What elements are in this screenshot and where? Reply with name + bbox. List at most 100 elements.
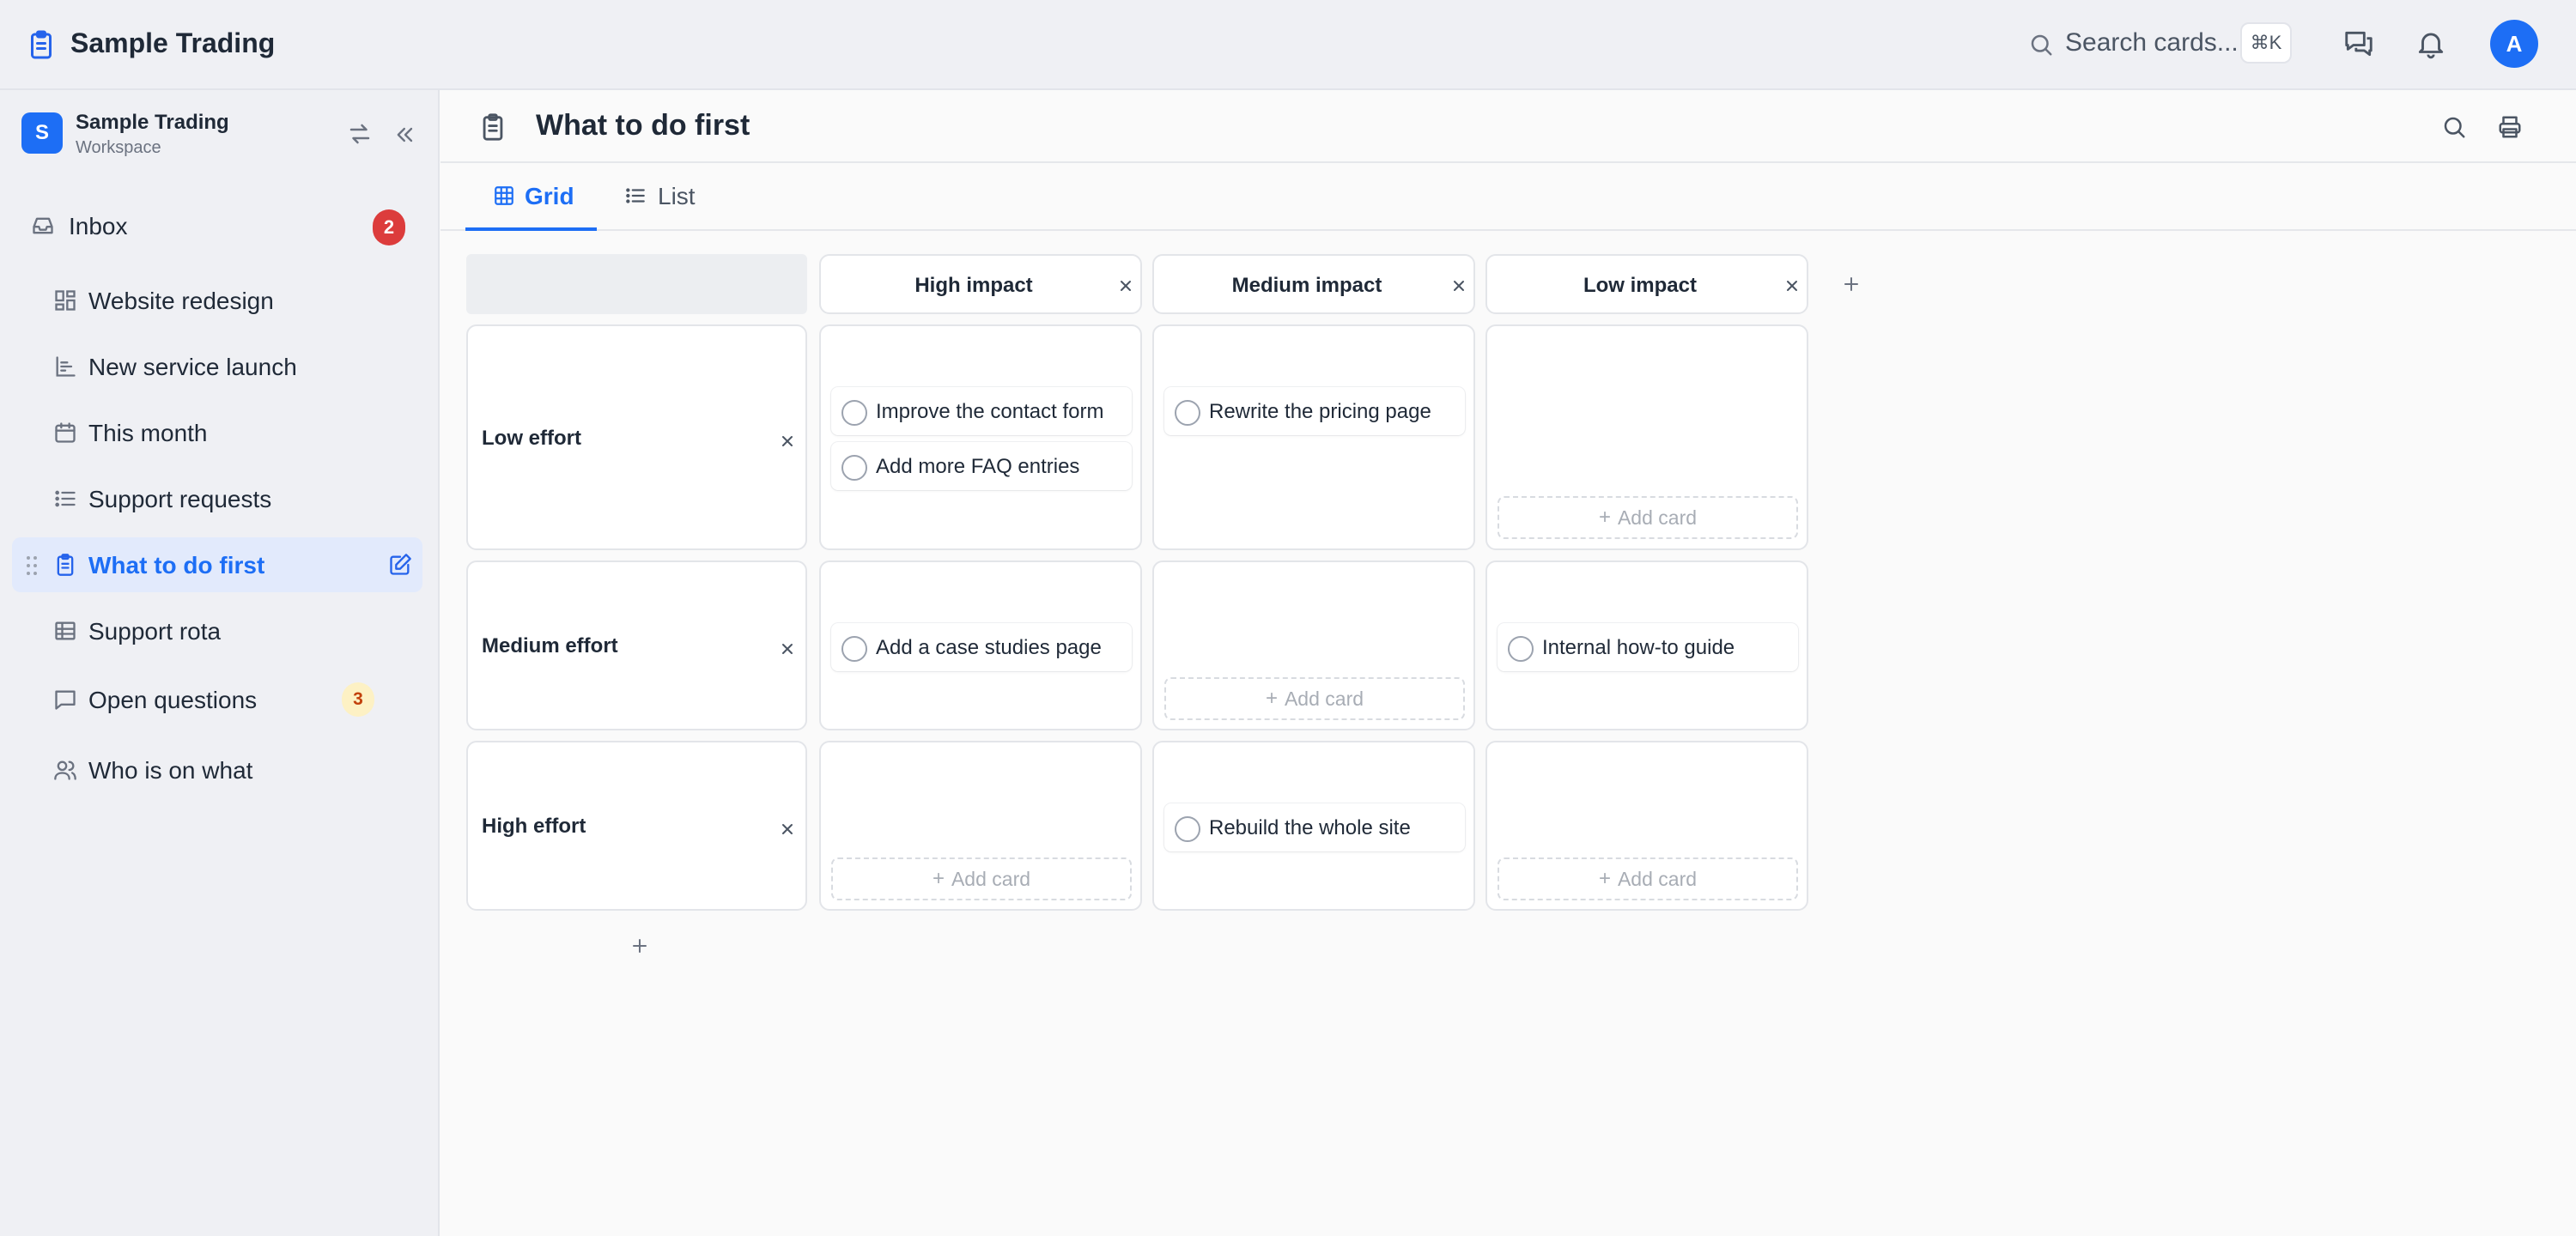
row-header-low-effort[interactable]: Low effort xyxy=(466,324,807,550)
page-header: What to do first xyxy=(440,90,2576,163)
row-label: Low effort xyxy=(482,427,581,450)
remove-column-icon[interactable] xyxy=(1117,277,1134,294)
column-label: Medium impact xyxy=(1231,274,1382,297)
search-icon[interactable] xyxy=(2028,32,2054,58)
sidebar-item-label: Who is on what xyxy=(88,757,253,784)
grid-icon xyxy=(493,185,515,207)
sidebar-item-open-questions[interactable]: Open questions 3 xyxy=(12,672,422,727)
sidebar-item-inbox[interactable]: Inbox 2 xyxy=(12,198,422,253)
workspace-avatar[interactable]: S xyxy=(21,112,63,154)
open-questions-count-badge: 3 xyxy=(342,682,374,717)
table-icon xyxy=(53,619,77,643)
collapse-sidebar-icon[interactable] xyxy=(393,123,417,147)
search-icon[interactable] xyxy=(2441,114,2467,140)
grid-cell-medium-effort-high-impact[interactable]: Add a case studies page xyxy=(819,560,1142,730)
calendar-icon xyxy=(53,421,77,445)
add-card-button[interactable]: + Add card xyxy=(831,857,1132,900)
card-checkbox[interactable] xyxy=(841,455,867,481)
row-header-medium-effort[interactable]: Medium effort xyxy=(466,560,807,730)
clipboard-icon xyxy=(478,111,507,143)
card[interactable]: Rewrite the pricing page xyxy=(1164,387,1465,435)
grid-cell-medium-effort-medium-impact[interactable]: + Add card xyxy=(1152,560,1475,730)
column-header-low-impact[interactable]: Low impact xyxy=(1485,254,1808,314)
grid-cell-low-effort-medium-impact[interactable]: Rewrite the pricing page xyxy=(1152,324,1475,550)
card-title: Internal how-to guide xyxy=(1542,636,1735,659)
messages-icon[interactable] xyxy=(2342,27,2375,60)
remove-row-icon[interactable] xyxy=(779,640,796,657)
grid-corner-cell xyxy=(466,254,807,314)
sidebar-item-label: Support rota xyxy=(88,618,222,645)
list-icon xyxy=(53,487,77,511)
card[interactable]: Add a case studies page xyxy=(831,623,1132,671)
column-header-medium-impact[interactable]: Medium impact xyxy=(1152,254,1475,314)
search-input[interactable]: Search cards... xyxy=(2065,28,2239,58)
page-title: What to do first xyxy=(536,109,750,142)
column-header-high-impact[interactable]: High impact xyxy=(819,254,1142,314)
clipboard-icon xyxy=(26,27,57,62)
grid-cell-low-effort-high-impact[interactable]: Improve the contact form Add more FAQ en… xyxy=(819,324,1142,550)
sidebar-item-label: Support requests xyxy=(88,486,272,512)
dashboard-icon xyxy=(53,288,77,312)
edit-icon[interactable] xyxy=(388,553,412,577)
row-label: High effort xyxy=(482,815,586,838)
tab-list[interactable]: List xyxy=(612,164,715,231)
sidebar-item-support-rota[interactable]: Support rota xyxy=(12,603,422,658)
chat-icon xyxy=(53,688,77,712)
grid-cell-high-effort-low-impact[interactable]: + Add card xyxy=(1485,741,1808,911)
workspace-name[interactable]: Sample Trading xyxy=(76,111,229,135)
sidebar-item-this-month[interactable]: This month xyxy=(12,405,422,460)
card-checkbox[interactable] xyxy=(1508,636,1534,662)
card-title: Add more FAQ entries xyxy=(876,455,1080,478)
grid-cell-low-effort-low-impact[interactable]: + Add card xyxy=(1485,324,1808,550)
sidebar: S Sample Trading Workspace Inbox 2 Websi… xyxy=(0,90,440,1236)
card-checkbox[interactable] xyxy=(1175,816,1200,842)
sidebar-item-label: New service launch xyxy=(88,354,297,380)
add-card-label: Add card xyxy=(951,867,1031,890)
tab-label: List xyxy=(658,183,696,209)
remove-row-icon[interactable] xyxy=(779,821,796,838)
tab-grid[interactable]: Grid xyxy=(465,164,597,231)
sidebar-item-what-to-do-first[interactable]: What to do first xyxy=(12,537,422,592)
card-checkbox[interactable] xyxy=(841,636,867,662)
card-checkbox[interactable] xyxy=(841,400,867,426)
switch-workspace-icon[interactable] xyxy=(347,121,373,147)
card[interactable]: Improve the contact form xyxy=(831,387,1132,435)
sidebar-item-support-requests[interactable]: Support requests xyxy=(12,471,422,526)
print-icon[interactable] xyxy=(2497,114,2523,140)
sidebar-item-new-service-launch[interactable]: New service launch xyxy=(12,339,422,394)
card-title: Improve the contact form xyxy=(876,400,1104,423)
remove-column-icon[interactable] xyxy=(1783,277,1801,294)
sidebar-item-label: Open questions xyxy=(88,687,258,713)
user-avatar[interactable]: A xyxy=(2490,20,2538,68)
add-column-icon[interactable] xyxy=(1841,274,1862,294)
users-icon xyxy=(53,758,77,782)
card[interactable]: Internal how-to guide xyxy=(1498,623,1798,671)
grid-cell-high-effort-high-impact[interactable]: + Add card xyxy=(819,741,1142,911)
card[interactable]: Rebuild the whole site xyxy=(1164,803,1465,851)
inbox-count-badge: 2 xyxy=(373,209,405,245)
remove-row-icon[interactable] xyxy=(779,433,796,450)
inbox-icon xyxy=(31,214,55,238)
clipboard-icon xyxy=(53,553,77,577)
grid-cell-high-effort-medium-impact[interactable]: Rebuild the whole site xyxy=(1152,741,1475,911)
bell-icon[interactable] xyxy=(2415,27,2447,60)
remove-column-icon[interactable] xyxy=(1450,277,1467,294)
sidebar-item-who-is-on-what[interactable]: Who is on what xyxy=(12,742,422,797)
plus-icon: + xyxy=(1598,506,1611,529)
add-card-button[interactable]: + Add card xyxy=(1498,496,1798,539)
card[interactable]: Add more FAQ entries xyxy=(831,442,1132,490)
add-row-icon[interactable] xyxy=(629,936,650,956)
add-card-button[interactable]: + Add card xyxy=(1498,857,1798,900)
card-checkbox[interactable] xyxy=(1175,400,1200,426)
sidebar-item-label: Website redesign xyxy=(88,288,274,314)
grid-cell-medium-effort-low-impact[interactable]: Internal how-to guide xyxy=(1485,560,1808,730)
drag-handle-icon[interactable] xyxy=(26,554,38,577)
add-card-button[interactable]: + Add card xyxy=(1164,677,1465,720)
column-label: Low impact xyxy=(1583,274,1697,297)
sidebar-item-label: What to do first xyxy=(88,552,265,579)
card-title: Rewrite the pricing page xyxy=(1209,400,1431,423)
sidebar-item-website-redesign[interactable]: Website redesign xyxy=(12,273,422,328)
row-header-high-effort[interactable]: High effort xyxy=(466,741,807,911)
sidebar-item-label: Inbox xyxy=(69,213,128,239)
main-content: What to do first Grid List High impact M… xyxy=(440,90,2576,1236)
